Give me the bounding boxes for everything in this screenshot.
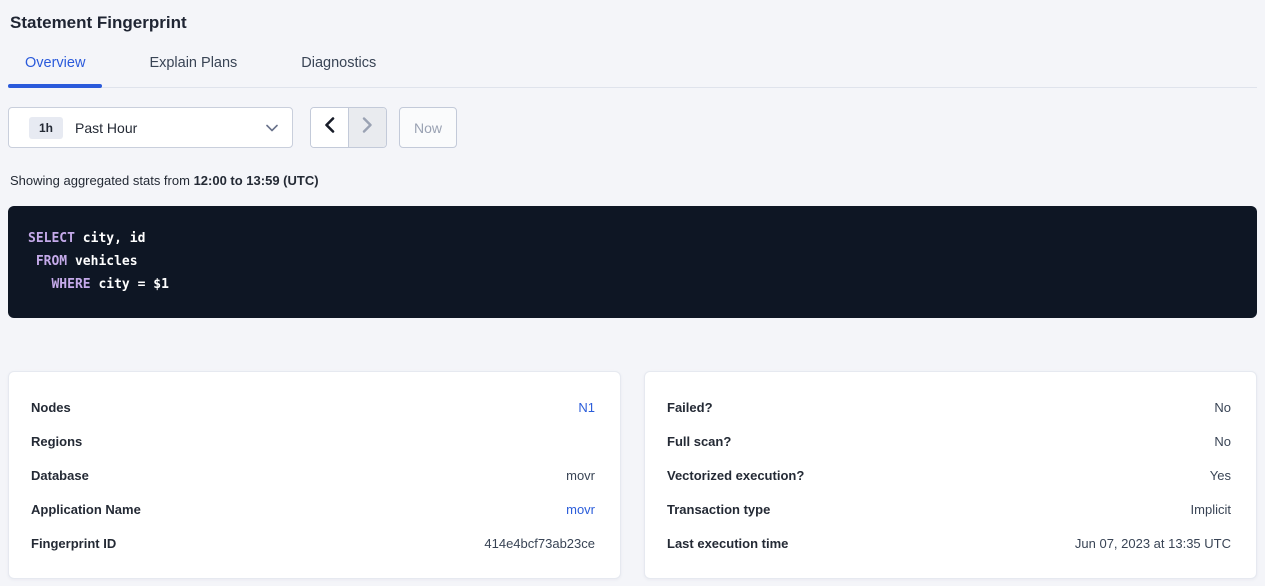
- sql-keyword: SELECT: [28, 231, 75, 246]
- sql-indent: [28, 277, 51, 292]
- time-range-dropdown[interactable]: 1h Past Hour: [8, 107, 293, 148]
- now-button[interactable]: Now: [399, 107, 457, 148]
- stats-prefix: Showing aggregated stats from: [10, 173, 194, 188]
- sql-indent: [28, 254, 36, 269]
- row-value: 414e4bcf73ab23ce: [484, 536, 595, 551]
- tab-diagnostics[interactable]: Diagnostics: [284, 53, 393, 87]
- card-row-transaction-type: Transaction type Implicit: [667, 492, 1231, 526]
- previous-interval-button[interactable]: [311, 108, 348, 147]
- tab-explain-plans[interactable]: Explain Plans: [132, 53, 254, 87]
- application-name-link[interactable]: movr: [566, 502, 595, 517]
- sql-keyword: FROM: [36, 254, 67, 269]
- card-row-application-name: Application Name movr: [31, 492, 595, 526]
- row-value: movr: [566, 468, 595, 483]
- tab-bar: Overview Explain Plans Diagnostics: [8, 53, 1257, 88]
- sql-statement-box: SELECT city, id FROM vehicles WHERE city…: [8, 206, 1257, 318]
- chevron-left-icon: [324, 117, 335, 138]
- sql-keyword: WHERE: [51, 277, 90, 292]
- card-row-regions: Regions: [31, 424, 595, 458]
- stats-range: 12:00 to 13:59 (UTC): [194, 173, 319, 188]
- sql-line: SELECT city, id: [28, 227, 1237, 250]
- row-value: No: [1214, 400, 1231, 415]
- time-toolbar: 1h Past Hour Now: [8, 107, 1257, 148]
- sql-code: vehicles: [67, 254, 137, 269]
- time-nav-group: [310, 107, 387, 148]
- sql-code: city, id: [75, 231, 145, 246]
- card-row-full-scan: Full scan? No: [667, 424, 1231, 458]
- card-row-vectorized: Vectorized execution? Yes: [667, 458, 1231, 492]
- time-range-label: Past Hour: [75, 120, 137, 136]
- row-label: Nodes: [31, 400, 71, 415]
- row-value: No: [1214, 434, 1231, 449]
- sql-line: FROM vehicles: [28, 250, 1237, 273]
- row-label: Failed?: [667, 400, 713, 415]
- statement-fingerprint-page: Statement Fingerprint Overview Explain P…: [0, 0, 1265, 579]
- row-label: Database: [31, 468, 89, 483]
- nodes-link[interactable]: N1: [578, 400, 595, 415]
- card-row-failed: Failed? No: [667, 390, 1231, 424]
- aggregated-stats-line: Showing aggregated stats from 12:00 to 1…: [8, 173, 1257, 188]
- row-label: Full scan?: [667, 434, 731, 449]
- duration-badge: 1h: [29, 117, 63, 139]
- page-title: Statement Fingerprint: [8, 0, 1257, 34]
- summary-cards: Nodes N1 Regions Database movr Applicati…: [8, 371, 1257, 579]
- row-label: Transaction type: [667, 502, 770, 517]
- card-row-database: Database movr: [31, 458, 595, 492]
- row-label: Fingerprint ID: [31, 536, 116, 551]
- card-row-last-execution-time: Last execution time Jun 07, 2023 at 13:3…: [667, 526, 1231, 560]
- card-row-fingerprint-id: Fingerprint ID 414e4bcf73ab23ce: [31, 526, 595, 560]
- execution-attributes-card: Failed? No Full scan? No Vectorized exec…: [644, 371, 1257, 579]
- sql-line: WHERE city = $1: [28, 273, 1237, 296]
- row-label: Vectorized execution?: [667, 468, 804, 483]
- row-label: Application Name: [31, 502, 141, 517]
- statement-details-card: Nodes N1 Regions Database movr Applicati…: [8, 371, 621, 579]
- tab-overview[interactable]: Overview: [8, 53, 102, 87]
- chevron-down-icon: [266, 124, 278, 132]
- row-value: Implicit: [1191, 502, 1231, 517]
- row-label: Regions: [31, 434, 82, 449]
- chevron-right-icon: [362, 117, 373, 138]
- row-label: Last execution time: [667, 536, 788, 551]
- row-value: Jun 07, 2023 at 13:35 UTC: [1075, 536, 1231, 551]
- card-row-nodes: Nodes N1: [31, 390, 595, 424]
- next-interval-button[interactable]: [348, 108, 386, 147]
- row-value: Yes: [1210, 468, 1231, 483]
- sql-code: city = $1: [91, 277, 169, 292]
